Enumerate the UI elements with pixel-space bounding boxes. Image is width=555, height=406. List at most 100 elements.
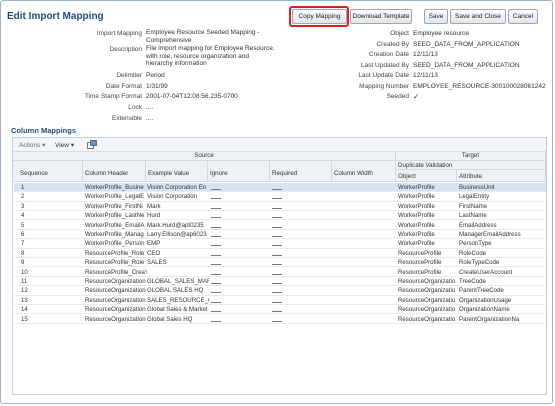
example-value-cell: SALES_RESOURCE_C xyxy=(147,296,209,304)
table-row[interactable]: 7 WorkerProfile_Person EMP WorkerProfile Per… xyxy=(14,239,546,249)
ignore-field[interactable] xyxy=(211,259,221,266)
required-field[interactable] xyxy=(272,212,282,219)
column-header-cell: WorkerProfile_Busine xyxy=(85,184,144,191)
required-field[interactable] xyxy=(272,287,282,294)
ignore-field[interactable] xyxy=(211,316,221,322)
col-column-header-header[interactable]: Column Header xyxy=(83,161,146,182)
col-required-label: Required xyxy=(272,170,298,177)
table-row[interactable]: 1 WorkerProfile_Busine Vision Corporation … xyxy=(14,183,546,193)
col-column-header-label: Column Header xyxy=(85,170,129,177)
col-required-header[interactable]: Required xyxy=(270,161,332,182)
sequence-cell: 3 xyxy=(21,202,25,210)
page-title: Edit Import Mapping xyxy=(7,11,104,22)
col-column-width-header[interactable]: Column Width xyxy=(332,161,396,182)
required-field[interactable] xyxy=(272,269,282,275)
table-row[interactable]: 14 ResourceOrganization Global Sales & Mar… xyxy=(14,305,546,315)
object-cell: ResourceProfile xyxy=(398,259,442,267)
ignore-field[interactable] xyxy=(211,306,221,313)
column-header-cell: ResourceProfile_Role xyxy=(85,249,145,257)
lock-label: Lock xyxy=(128,104,142,111)
example-value-cell xyxy=(147,269,209,277)
required-field[interactable] xyxy=(272,259,282,266)
object-cell: ResourceProfile xyxy=(398,268,442,276)
actions-menu[interactable]: Actions ▾ xyxy=(19,141,45,149)
col-ignore-header[interactable]: Ignore xyxy=(208,161,270,182)
required-field[interactable] xyxy=(272,306,282,313)
example-value-cell: CEO xyxy=(147,249,161,257)
column-header-cell: WorkerProfile_LastNe xyxy=(85,212,145,220)
description-label: Description xyxy=(109,46,142,53)
save-and-close-button[interactable]: Save and Close xyxy=(450,9,506,24)
object-cell: WorkerProfile xyxy=(398,202,435,210)
ignore-field[interactable] xyxy=(211,231,221,237)
view-menu[interactable]: View ▾ xyxy=(55,141,74,149)
col-object-header[interactable]: Object xyxy=(396,170,457,182)
example-value-cell: Mark.Hurd@apt0235 xyxy=(147,221,204,229)
col-example-value-header[interactable]: Example Value xyxy=(146,161,208,182)
table-row[interactable]: 8 ResourceProfile_Role CEO ResourceProfile R… xyxy=(14,249,546,259)
required-field[interactable] xyxy=(272,240,282,247)
ignore-field[interactable] xyxy=(211,278,221,284)
example-value-cell: GLOBAL SALES HQ xyxy=(147,287,204,295)
table-row[interactable]: 4 WorkerProfile_LastNe Hurd WorkerProfile La… xyxy=(14,211,546,221)
download-template-button[interactable]: Download Template xyxy=(350,9,412,24)
ignore-field[interactable] xyxy=(211,184,221,190)
column-header-cell: ResourceOrganization xyxy=(85,306,146,314)
cancel-button[interactable]: Cancel xyxy=(508,9,538,24)
sequence-cell: 1 xyxy=(21,184,25,191)
table-row[interactable]: 6 WorkerProfile_Manag Larry.Ellison@ap6023… xyxy=(14,230,546,240)
col-sequence-header[interactable]: Sequence xyxy=(13,161,83,182)
required-field[interactable] xyxy=(272,203,282,209)
object-cell: WorkerProfile xyxy=(398,240,435,248)
ignore-field[interactable] xyxy=(211,269,221,275)
col-column-width-label: Column Width xyxy=(334,170,373,177)
ignore-field[interactable] xyxy=(211,250,221,256)
required-field[interactable] xyxy=(272,222,282,228)
required-field[interactable] xyxy=(272,316,282,322)
sequence-cell: 15 xyxy=(21,315,28,323)
object-cell: ResourceOrganizatio xyxy=(398,315,456,323)
required-field[interactable] xyxy=(272,231,282,237)
seeded-label: Seeded xyxy=(386,93,409,100)
column-header-cell: ResourceProfile_Role xyxy=(85,259,145,267)
table-row[interactable]: 11 ResourceOrganization GLOBAL_SALES_MAR Re… xyxy=(14,277,546,287)
attribute-cell: PersonType xyxy=(459,240,492,248)
ignore-field[interactable] xyxy=(211,193,221,200)
table-row[interactable]: 5 WorkerProfile_EmailA Mark.Hurd@apt0235 Wo… xyxy=(14,221,546,230)
table-row[interactable]: 12 ResourceOrganization GLOBAL SALES HQ Res… xyxy=(14,286,546,296)
table-row[interactable]: 10 ResourceProfile_CreaY ResourceProfile Cr… xyxy=(14,268,546,277)
required-field[interactable] xyxy=(272,297,282,303)
ignore-field[interactable] xyxy=(211,203,221,209)
example-value-cell: EMP xyxy=(147,240,161,248)
object-cell: WorkerProfile xyxy=(398,193,435,201)
attribute-cell: ParentTreeCode xyxy=(459,287,504,295)
ignore-field[interactable] xyxy=(211,287,221,294)
ignore-field[interactable] xyxy=(211,212,221,219)
ignore-field[interactable] xyxy=(211,222,221,228)
col-sequence-label: Sequence xyxy=(20,170,48,177)
timestamp-format-value: 2001-07-04T12:08:56.235-0700 xyxy=(146,93,238,100)
col-object-label: Object xyxy=(398,173,416,180)
detach-icon[interactable] xyxy=(87,140,97,149)
required-field[interactable] xyxy=(272,250,282,256)
required-field[interactable] xyxy=(272,184,282,190)
ignore-field[interactable] xyxy=(211,297,221,303)
sequence-cell: 4 xyxy=(21,212,25,220)
ignore-field[interactable] xyxy=(211,240,221,247)
delimiter-value: Period xyxy=(146,72,165,79)
col-attribute-label: Attribute xyxy=(459,173,483,180)
table-row[interactable]: 15 ResourceOrganization Global Sales HQ Res… xyxy=(14,315,546,324)
required-field[interactable] xyxy=(272,278,282,284)
col-attribute-header[interactable]: Attribute xyxy=(457,170,546,182)
attribute-cell: RoleCode xyxy=(459,249,487,257)
column-mappings-title: Column Mappings xyxy=(11,126,76,135)
copy-mapping-button[interactable]: Copy Mapping xyxy=(292,9,347,24)
save-button[interactable]: Save xyxy=(424,9,448,24)
table-row[interactable]: 2 WorkerProfile_LegalE Vision Corporation W… xyxy=(14,192,546,202)
lock-value: .... xyxy=(146,104,154,111)
required-field[interactable] xyxy=(272,193,282,200)
table-row[interactable]: 13 ResourceOrganization SALES_RESOURCE_C Re… xyxy=(14,296,546,306)
table-row[interactable]: 9 ResourceProfile_Role SALES ResourceProfil… xyxy=(14,258,546,268)
table-row[interactable]: 3 WorkerProfile_FirstNi Mark WorkerProfile F… xyxy=(14,202,546,212)
attribute-cell: CreateUserAccount xyxy=(459,268,513,276)
